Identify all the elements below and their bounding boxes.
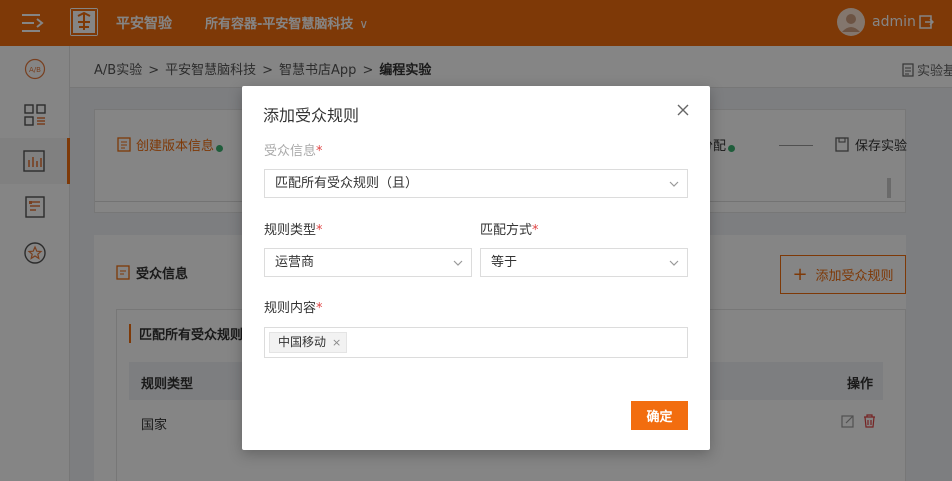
- confirm-button[interactable]: 确定: [631, 401, 688, 430]
- add-audience-rule-dialog: 添加受众规则 受众信息* 匹配所有受众规则（且） 规则类型* 运营商 匹配方式*…: [242, 86, 710, 450]
- match-method-select[interactable]: 等于: [480, 248, 688, 277]
- rule-type-label: 规则类型*: [264, 223, 323, 238]
- tag-label: 中国移动: [278, 335, 327, 349]
- match-method-value: 等于: [491, 255, 518, 270]
- dialog-title: 添加受众规则: [263, 106, 360, 125]
- rule-content-tag-input[interactable]: 中国移动 ×: [264, 327, 688, 358]
- chevron-down-icon: [669, 181, 679, 187]
- match-method-label: 匹配方式*: [480, 223, 539, 238]
- close-icon[interactable]: [675, 102, 691, 118]
- rule-content-label: 规则内容*: [264, 301, 323, 316]
- rule-content-tag: 中国移动 ×: [269, 332, 348, 353]
- chevron-down-icon: [669, 260, 679, 266]
- rule-type-value: 运营商: [275, 255, 315, 270]
- tag-remove-icon[interactable]: ×: [332, 333, 341, 352]
- audience-match-value: 匹配所有受众规则（且）: [275, 176, 419, 191]
- audience-info-label: 受众信息*: [264, 144, 323, 159]
- audience-match-select[interactable]: 匹配所有受众规则（且）: [264, 169, 688, 198]
- rule-type-select[interactable]: 运营商: [264, 248, 472, 277]
- chevron-down-icon: [453, 260, 463, 266]
